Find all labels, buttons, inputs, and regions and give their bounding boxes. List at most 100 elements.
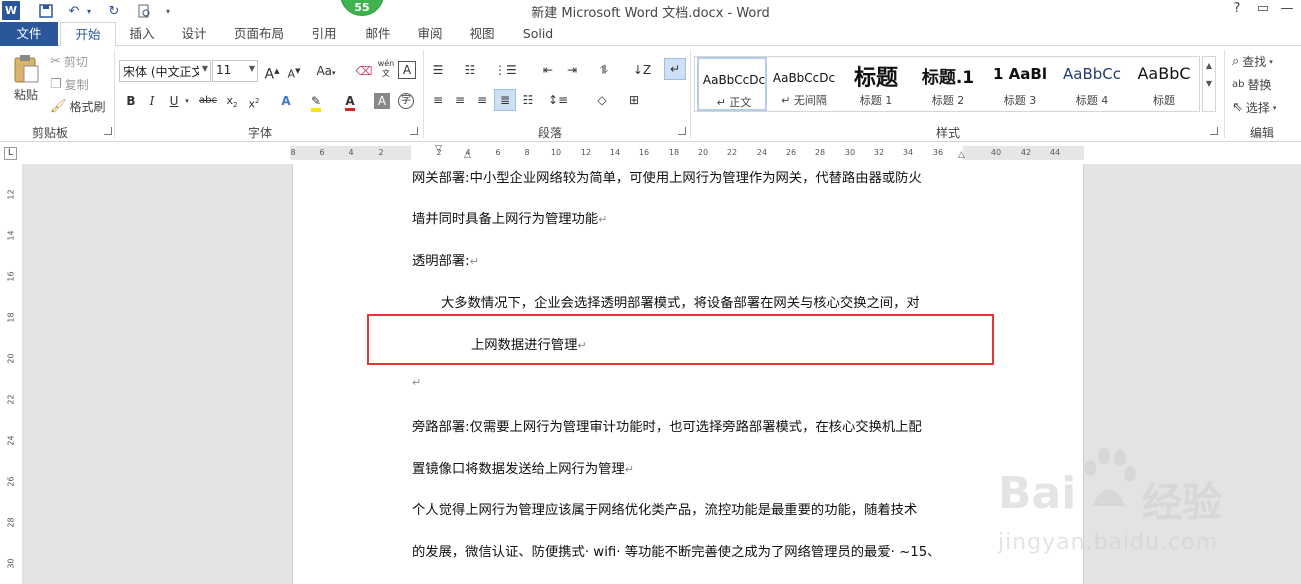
select-button[interactable]: ⇖ 选择 ▾ [1232, 99, 1276, 116]
doc-line-text: 置镜像口将数据发送给上网行为管理 [412, 462, 625, 477]
copy-icon: ❐ [50, 77, 62, 92]
justify-icon[interactable]: ≣ [494, 89, 516, 111]
doc-line-text: 个人觉得上网行为管理应该属于网络优化类产品，流控功能是最重要的功能，随着技术 [412, 503, 918, 518]
style-name: ↵ 正文 [699, 94, 769, 110]
tab-view[interactable]: 视图 [460, 22, 504, 46]
grow-font-icon[interactable]: A▲ [262, 61, 282, 83]
clear-formatting-icon[interactable]: ⌫ [354, 61, 374, 81]
right-indent-marker[interactable]: △ [958, 150, 965, 160]
styles-gallery-scroll[interactable]: ▲ ▼ [1202, 56, 1216, 112]
tab-references[interactable]: 引用 [302, 22, 346, 46]
format-painter-button[interactable]: 🖌 格式刷 [50, 98, 106, 115]
character-shading-icon[interactable]: A [374, 93, 390, 109]
ruler-tick-label: 14 [6, 230, 16, 241]
minimize-button[interactable]: — [1276, 1, 1298, 19]
ribbon-display-options-button[interactable]: ▭ [1252, 1, 1274, 19]
italic-icon[interactable]: I [142, 91, 162, 111]
character-border-button[interactable]: A [398, 61, 416, 79]
font-family-value: 宋体 (中文正文) [123, 65, 199, 79]
doc-line[interactable]: 网关部署:中小型企业网络较为简单，可使用上网行为管理作为网关，代替路由器或防火 [412, 167, 922, 186]
style-heading-2[interactable]: 标题.1 标题 2 [913, 57, 983, 111]
ruler-tick-label: 32 [873, 148, 885, 157]
text-effects-icon[interactable]: A [276, 91, 296, 111]
tab-solid[interactable]: Solid [514, 22, 562, 46]
enclose-characters-icon[interactable]: 字 [398, 93, 414, 109]
doc-line[interactable]: ↵ [412, 375, 421, 390]
first-line-indent-marker[interactable]: ▽ [435, 144, 442, 154]
style-heading-1[interactable]: 标题 标题 1 [841, 57, 911, 111]
paragraph-dialog-launcher[interactable] [678, 127, 686, 135]
subscript-icon[interactable]: x2 [222, 91, 242, 111]
vertical-ruler[interactable]: 12 14 16 18 20 22 24 26 28 30 [4, 166, 18, 584]
doc-line[interactable]: 个人觉得上网行为管理应该属于网络优化类产品，流控功能是最重要的功能，随着技术 [412, 499, 917, 518]
font-size-select[interactable]: 11 ▼ [212, 60, 258, 82]
copy-button[interactable]: ❐ 复制 [50, 76, 89, 93]
cut-label: 剪切 [63, 55, 88, 69]
tab-selector[interactable]: L [4, 147, 17, 160]
doc-line-text: 透明部署: [412, 254, 470, 269]
superscript-icon[interactable]: x2 [244, 91, 264, 111]
document-page[interactable]: 网关部署:中小型企业网络较为简单，可使用上网行为管理作为网关，代替路由器或防火 … [292, 164, 1084, 584]
underline-icon[interactable]: U [164, 91, 184, 111]
paragraph-group-label: 段落 [537, 126, 562, 140]
doc-line[interactable]: 旁路部署:仅需要上网行为管理审计功能时，也可选择旁路部署模式，在核心交换机上配 [412, 416, 922, 435]
find-button[interactable]: ⌕ 查找 ▾ [1232, 53, 1273, 70]
tab-insert[interactable]: 插入 [120, 22, 164, 46]
borders-icon[interactable]: ⊞ [624, 90, 644, 110]
increase-indent-icon[interactable]: ⇥ [562, 60, 582, 80]
align-right-icon[interactable]: ≡ [472, 90, 492, 110]
align-center-icon[interactable]: ≡ [450, 90, 470, 110]
doc-line[interactable]: 大多数情况下，企业会选择透明部署模式，将设备部署在网关与核心交换之间，对 [441, 292, 920, 311]
styles-group-label: 样式 [935, 126, 960, 140]
tab-file[interactable]: 文件 [0, 22, 58, 46]
font-family-select[interactable]: 宋体 (中文正文)▼ [119, 60, 211, 82]
asian-layout-icon[interactable]: ⥮ [594, 60, 614, 80]
group-separator [690, 50, 691, 138]
tab-mailings[interactable]: 邮件 [356, 22, 400, 46]
highlight-icon[interactable]: ✎ [306, 91, 326, 112]
style-name-label: 无间隔 [793, 94, 827, 107]
line-spacing-icon[interactable]: ↕≡ [548, 90, 568, 110]
styles-dialog-launcher[interactable] [1210, 127, 1218, 135]
replace-button[interactable]: ab 替换 [1232, 76, 1272, 93]
tab-page-layout[interactable]: 页面布局 [226, 22, 292, 46]
style-heading-3[interactable]: 1 AaBl 标题 3 [985, 57, 1055, 111]
horizontal-ruler[interactable]: 8 6 4 2 2 4 6 8 10 12 14 16 18 20 22 24 26 28 30 32 34 36 40 42… [290, 144, 1084, 160]
bullets-icon[interactable]: ☰ [428, 60, 448, 80]
shrink-font-icon[interactable]: A▼ [284, 61, 304, 81]
font-dialog-launcher[interactable] [410, 127, 418, 135]
numbering-icon[interactable]: ☷ [460, 60, 480, 80]
distributed-icon[interactable]: ☷ [518, 90, 538, 110]
doc-line[interactable]: 的发展，微信认证、防便携式· wifi· 等功能不断完善使之成为了网络管理员的最… [412, 541, 940, 560]
multilevel-list-icon[interactable]: ⋮☰ [494, 60, 517, 80]
show-formatting-marks-icon[interactable]: ↵ [664, 58, 686, 80]
ruler-tick-label: 44 [1049, 148, 1061, 157]
tab-design[interactable]: 设计 [172, 22, 216, 46]
tab-review[interactable]: 审阅 [408, 22, 452, 46]
style-title[interactable]: AaBbC 标题 [1129, 57, 1199, 111]
cut-button[interactable]: ✂ 剪切 [50, 53, 88, 70]
strikethrough-icon[interactable]: abc [198, 91, 218, 111]
underline-dropdown-icon[interactable]: ▾ [182, 91, 192, 111]
change-case-button[interactable]: Aa▾ [312, 61, 340, 81]
font-color-icon[interactable]: A [340, 91, 360, 111]
doc-line[interactable]: 透明部署:↵ [412, 250, 479, 269]
shading-icon[interactable]: ◇ [592, 90, 612, 110]
doc-line-text: 旁路部署:仅需要上网行为管理审计功能时，也可选择旁路部署模式，在核心交换机上配 [412, 420, 922, 435]
sort-icon[interactable]: ↓Z [632, 60, 652, 80]
style-heading-4[interactable]: AaBbCc 标题 4 [1057, 57, 1127, 111]
phonetic-guide-button[interactable]: wén 文 [376, 59, 396, 79]
align-left-icon[interactable]: ≡ [428, 90, 448, 110]
paste-button[interactable]: 粘贴 [8, 54, 44, 103]
style-normal[interactable]: AaBbCcDc ↵ 正文 [697, 57, 767, 111]
clipboard-dialog-launcher[interactable] [104, 127, 112, 135]
decrease-indent-icon[interactable]: ⇤ [538, 60, 558, 80]
style-no-spacing[interactable]: AaBbCcDc ↵ 无间隔 [769, 57, 839, 111]
tab-home[interactable]: 开始 [60, 22, 116, 47]
hanging-indent-marker[interactable]: △ [464, 150, 471, 160]
help-button[interactable]: ? [1226, 1, 1248, 19]
doc-line[interactable]: 墙并同时具备上网行为管理功能↵ [412, 208, 607, 227]
bold-icon[interactable]: B [121, 91, 141, 111]
doc-line[interactable]: 置镜像口将数据发送给上网行为管理↵ [412, 458, 634, 477]
ruler-tick-label: 2 [378, 148, 384, 157]
